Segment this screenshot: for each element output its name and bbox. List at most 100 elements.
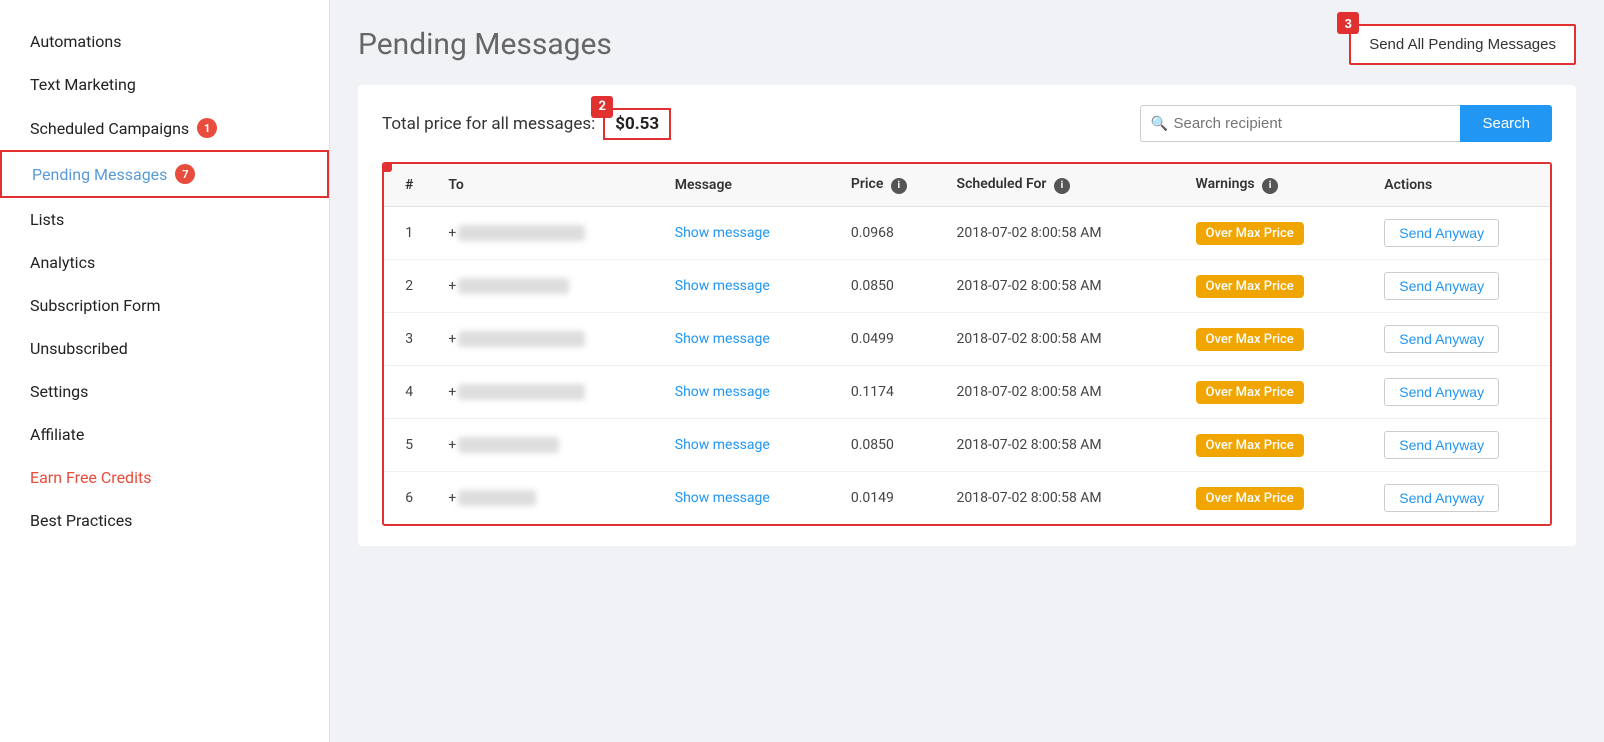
table-row: 6 +1XXXXXXXX Show message 0.0149 2018-07… bbox=[384, 471, 1550, 524]
row-price: 0.0968 bbox=[837, 206, 943, 259]
warning-badge: Over Max Price bbox=[1196, 328, 1304, 351]
send-anyway-button[interactable]: Send Anyway bbox=[1384, 219, 1499, 247]
sidebar-item-unsubscribed[interactable]: Unsubscribed bbox=[0, 327, 329, 370]
row-phone: +1XXXXXXX7009 bbox=[434, 418, 660, 471]
table-row: 1 +1XXXXXXXXXX7106 Show message 0.0968 2… bbox=[384, 206, 1550, 259]
table-row: 3 +1XXXXXXXXXX1056 Show message 0.0499 2… bbox=[384, 312, 1550, 365]
blurred-phone: 1XXXXXXXX bbox=[458, 490, 536, 506]
row-warning: Over Max Price bbox=[1182, 312, 1371, 365]
warning-badge: Over Max Price bbox=[1196, 222, 1304, 245]
col-header-scheduled: Scheduled For i bbox=[943, 164, 1182, 206]
step2-badge: 2 bbox=[591, 96, 613, 118]
row-warning: Over Max Price bbox=[1182, 206, 1371, 259]
row-actions: Send Anyway bbox=[1370, 365, 1550, 418]
show-message-link[interactable]: Show message bbox=[675, 331, 770, 347]
sidebar-item-settings[interactable]: Settings bbox=[0, 370, 329, 413]
row-price: 0.0499 bbox=[837, 312, 943, 365]
show-message-link[interactable]: Show message bbox=[675, 384, 770, 400]
sidebar: Automations Text Marketing Scheduled Campa… bbox=[0, 0, 330, 742]
row-actions: Send Anyway bbox=[1370, 471, 1550, 524]
sidebar-item-label-text-marketing: Text Marketing bbox=[30, 75, 136, 94]
send-all-button[interactable]: 3 Send All Pending Messages bbox=[1349, 24, 1576, 65]
table-row: 2 +1XXXXXXXXX515 Show message 0.0850 201… bbox=[384, 259, 1550, 312]
table-header-row: # To Message Price i Scheduled For i War… bbox=[384, 164, 1550, 206]
show-message-link[interactable]: Show message bbox=[675, 437, 770, 453]
warning-badge: Over Max Price bbox=[1196, 381, 1304, 404]
row-actions: Send Anyway bbox=[1370, 418, 1550, 471]
row-num: 6 bbox=[384, 471, 434, 524]
sidebar-item-best-practices[interactable]: Best Practices bbox=[0, 499, 329, 542]
row-num: 5 bbox=[384, 418, 434, 471]
table-row: 4 +1XXXXXXXXXX7110 Show message 0.1174 2… bbox=[384, 365, 1550, 418]
col-header-message: Message bbox=[661, 164, 837, 206]
row-message: Show message bbox=[661, 259, 837, 312]
sidebar-item-scheduled-campaigns[interactable]: Scheduled Campaigns1 bbox=[0, 106, 329, 150]
messages-table: # To Message Price i Scheduled For i War… bbox=[384, 164, 1550, 524]
show-message-link[interactable]: Show message bbox=[675, 225, 770, 241]
scheduled-info-icon[interactable]: i bbox=[1054, 178, 1070, 194]
sidebar-item-label-lists: Lists bbox=[30, 210, 64, 229]
page-title: Pending Messages bbox=[358, 27, 612, 62]
sidebar-item-analytics[interactable]: Analytics bbox=[0, 241, 329, 284]
blurred-phone: 1XXXXXXXXXX7106 bbox=[458, 225, 585, 241]
sidebar-item-lists[interactable]: Lists bbox=[0, 198, 329, 241]
row-warning: Over Max Price bbox=[1182, 471, 1371, 524]
search-input[interactable] bbox=[1140, 105, 1460, 142]
blurred-phone: 1XXXXXXXXXX1056 bbox=[458, 331, 585, 347]
sidebar-item-label-unsubscribed: Unsubscribed bbox=[30, 339, 128, 358]
sidebar-item-earn-free-credits[interactable]: Earn Free Credits bbox=[0, 456, 329, 499]
row-message: Show message bbox=[661, 206, 837, 259]
col-header-actions: Actions bbox=[1370, 164, 1550, 206]
row-phone: +1XXXXXXXXX515 bbox=[434, 259, 660, 312]
send-anyway-button[interactable]: Send Anyway bbox=[1384, 378, 1499, 406]
row-price: 0.0850 bbox=[837, 418, 943, 471]
send-anyway-button[interactable]: Send Anyway bbox=[1384, 484, 1499, 512]
sidebar-item-label-settings: Settings bbox=[30, 382, 88, 401]
row-num: 2 bbox=[384, 259, 434, 312]
main-content: Pending Messages 3 Send All Pending Mess… bbox=[330, 0, 1604, 742]
row-phone: +1XXXXXXXXXX1056 bbox=[434, 312, 660, 365]
send-anyway-button[interactable]: Send Anyway bbox=[1384, 325, 1499, 353]
sidebar-item-automations[interactable]: Automations bbox=[0, 20, 329, 63]
sidebar-item-affiliate[interactable]: Affiliate bbox=[0, 413, 329, 456]
row-actions: Send Anyway bbox=[1370, 312, 1550, 365]
row-scheduled: 2018-07-02 8:00:58 AM bbox=[943, 418, 1182, 471]
row-price: 0.1174 bbox=[837, 365, 943, 418]
search-input-wrap: 🔍 bbox=[1140, 105, 1460, 142]
total-price-label: Total price for all messages: bbox=[382, 114, 595, 134]
header-row: Pending Messages 3 Send All Pending Mess… bbox=[358, 24, 1576, 65]
price-info-icon[interactable]: i bbox=[891, 178, 907, 194]
row-message: Show message bbox=[661, 418, 837, 471]
row-actions: Send Anyway bbox=[1370, 259, 1550, 312]
warnings-info-icon[interactable]: i bbox=[1262, 178, 1278, 194]
row-message: Show message bbox=[661, 365, 837, 418]
blurred-phone: 1XXXXXXXXXX7110 bbox=[458, 384, 585, 400]
row-num: 4 bbox=[384, 365, 434, 418]
sidebar-item-pending-messages[interactable]: Pending Messages7 bbox=[0, 150, 329, 198]
search-button[interactable]: Search bbox=[1460, 105, 1552, 142]
send-anyway-button[interactable]: Send Anyway bbox=[1384, 272, 1499, 300]
total-price-value: 2 $0.53 bbox=[603, 108, 671, 140]
show-message-link[interactable]: Show message bbox=[675, 278, 770, 294]
table-row: 5 +1XXXXXXX7009 Show message 0.0850 2018… bbox=[384, 418, 1550, 471]
row-phone: +1XXXXXXXX bbox=[434, 471, 660, 524]
row-phone: +1XXXXXXXXXX7110 bbox=[434, 365, 660, 418]
row-scheduled: 2018-07-02 8:00:58 AM bbox=[943, 471, 1182, 524]
send-anyway-button[interactable]: Send Anyway bbox=[1384, 431, 1499, 459]
sidebar-item-label-analytics: Analytics bbox=[30, 253, 95, 272]
sidebar-item-label-automations: Automations bbox=[30, 32, 121, 51]
blurred-phone: 1XXXXXXX7009 bbox=[458, 437, 559, 453]
row-scheduled: 2018-07-02 8:00:58 AM bbox=[943, 259, 1182, 312]
sidebar-item-label-affiliate: Affiliate bbox=[30, 425, 84, 444]
sidebar-item-subscription-form[interactable]: Subscription Form bbox=[0, 284, 329, 327]
row-warning: Over Max Price bbox=[1182, 365, 1371, 418]
blurred-phone: 1XXXXXXXXX515 bbox=[458, 278, 568, 294]
sidebar-item-text-marketing[interactable]: Text Marketing bbox=[0, 63, 329, 106]
show-message-link[interactable]: Show message bbox=[675, 490, 770, 506]
warning-badge: Over Max Price bbox=[1196, 275, 1304, 298]
row-price: 0.0850 bbox=[837, 259, 943, 312]
toolbar: Total price for all messages: 2 $0.53 🔍 … bbox=[382, 105, 1552, 142]
sidebar-item-label-scheduled-campaigns: Scheduled Campaigns bbox=[30, 119, 189, 138]
search-area: 🔍 Search bbox=[1140, 105, 1552, 142]
messages-table-wrap: 1 # To Message Price i Scheduled For i bbox=[382, 162, 1552, 526]
